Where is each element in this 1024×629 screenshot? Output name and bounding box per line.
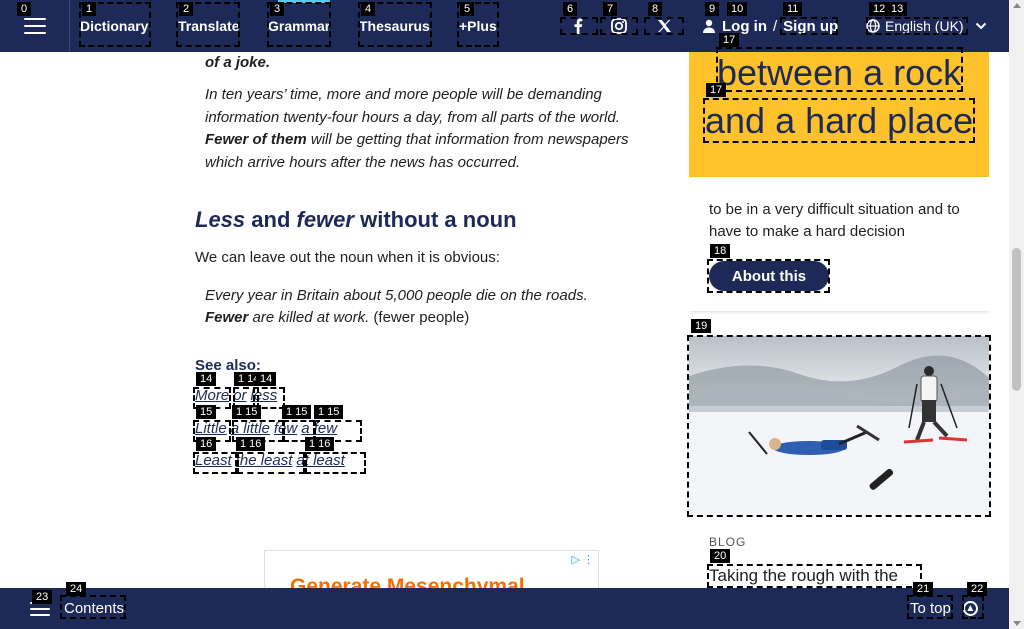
example-sentence-1: In ten years’ time, more and more people… (205, 86, 620, 126)
see-also-link[interactable]: a few (301, 420, 337, 437)
example-note: (fewer people) (369, 309, 470, 326)
marker-label: 1 15 (282, 405, 312, 419)
blog-image[interactable] (689, 336, 989, 516)
page-scrollbar[interactable] (1009, 0, 1024, 629)
x-twitter-icon[interactable] (645, 17, 683, 35)
advertisement[interactable]: ▷ ⋮ Generate Mesenchymal (264, 550, 599, 588)
top-navigation-bar: Dictionary Translate Grammar Thesaurus +… (0, 0, 1009, 52)
marker-label: 24 (66, 582, 87, 596)
see-also-link[interactable]: at least (296, 452, 344, 469)
marker-label: 3 (270, 2, 285, 16)
marker-label: 16 (196, 437, 217, 451)
marker-label: 2 (179, 2, 194, 16)
section-heading: Less and fewer without a noun (195, 207, 517, 233)
marker-label: 15 (196, 405, 217, 419)
facebook-icon[interactable] (559, 17, 597, 35)
instagram-icon[interactable] (600, 17, 638, 35)
marker-label: 18 (710, 244, 731, 258)
wotd-definition: to be in a very difficult situation and … (709, 201, 960, 240)
user-icon (703, 19, 715, 33)
marker-label: 14 (196, 372, 217, 386)
marker-label: 1 15 (232, 405, 262, 419)
scroll-down-icon[interactable] (1013, 621, 1021, 626)
signup-link[interactable]: Sign up (783, 18, 838, 35)
marker-label: 5 (460, 2, 475, 16)
marker-label: 19 (691, 319, 712, 333)
marker-label: 13 (887, 2, 908, 16)
wotd-line-2: and a hard place (705, 100, 974, 141)
wotd-line-1: between a rock (717, 52, 962, 93)
marker-label: 0 (17, 2, 32, 16)
arrow-up-circle-icon[interactable]: ▲ (962, 601, 978, 616)
wotd-definition-card: to be in a very difficult situation and … (689, 177, 989, 311)
chevron-down-icon (975, 22, 986, 30)
marker-label: 7 (603, 2, 618, 16)
see-also-link[interactable]: few (274, 420, 297, 437)
contents-label: Contents (64, 600, 125, 617)
see-also-row-1: More or less (195, 387, 281, 404)
login-separator: / (773, 17, 778, 35)
to-top-label: To top (910, 600, 951, 617)
marker-label: 11 (783, 2, 803, 16)
marker-label: 10 (727, 2, 748, 16)
example-sentence-2: Fewer of them will be getting that infor… (205, 129, 665, 174)
marker-label: 4 (361, 2, 376, 16)
heading-less: Less (195, 207, 246, 232)
marker-label: 21 (913, 582, 934, 596)
see-also-link[interactable]: the least (236, 452, 293, 469)
paragraph: We can leave out the noun when it is obv… (195, 249, 500, 266)
see-also-link[interactable]: More (195, 387, 229, 404)
marker-label: 23 (32, 590, 53, 604)
globe-icon (866, 19, 880, 33)
example-sentence-4: Fewer are killed at work. (fewer people) (205, 307, 665, 330)
see-also-link[interactable]: Least (195, 452, 232, 469)
scroll-up-icon[interactable] (1013, 3, 1021, 8)
hamburger-icon (23, 18, 46, 34)
article-content: of a joke. In ten years’ time, more and … (0, 52, 680, 588)
bottom-bar: Contents To top ▲ (0, 588, 1009, 629)
heading-fewer: fewer (296, 207, 354, 232)
blog-title-link[interactable]: Taking the rough with the (709, 566, 898, 586)
heading-rest: without a noun (353, 207, 517, 232)
see-also-link[interactable]: a little (231, 420, 270, 437)
marker-label: 1 16 (236, 437, 266, 451)
marker-label: 1 15 (314, 405, 344, 419)
scrollbar-thumb[interactable] (1012, 248, 1021, 391)
example-sentence-3: Every year in Britain about 5,000 people… (205, 287, 588, 304)
sidebar: between a rock and a hard place to be in… (689, 52, 989, 588)
blog-label: BLOG (709, 535, 747, 549)
example-bold: Fewer (205, 309, 249, 326)
word-of-the-day-card[interactable]: between a rock and a hard place (689, 52, 989, 177)
marker-label: 14 (256, 372, 277, 386)
marker-label: 17 (706, 83, 727, 97)
menu-button[interactable] (0, 0, 70, 52)
example-sentence-0: of a joke. (205, 54, 271, 71)
marker-label: 20 (710, 549, 731, 563)
marker-label: 22 (967, 582, 988, 596)
marker-label: 8 (648, 2, 663, 16)
heading-and: and (245, 207, 297, 232)
see-also-row-3: Least the least at least (195, 452, 349, 469)
login-link[interactable]: Log in (722, 18, 767, 35)
language-label: English (UK) (885, 18, 964, 34)
see-also-link[interactable]: or (233, 387, 246, 404)
ad-headline[interactable]: Generate Mesenchymal (290, 575, 525, 588)
example-bold: Fewer of them (205, 131, 307, 148)
about-this-button[interactable]: About this (709, 261, 829, 291)
example-rest: are killed at work. (248, 309, 370, 326)
marker-label: 1 (82, 2, 97, 16)
ad-choices-icon[interactable]: ▷ ⋮ (571, 553, 594, 566)
marker-label: 17 (719, 33, 740, 47)
marker-label: 9 (705, 2, 720, 16)
marker-label: 1 16 (305, 437, 335, 451)
marker-label: 6 (563, 2, 578, 16)
see-also-link[interactable]: Little (195, 420, 227, 437)
see-also-row-2: Little a little few a few (195, 420, 341, 437)
see-also-link[interactable]: less (251, 387, 278, 404)
